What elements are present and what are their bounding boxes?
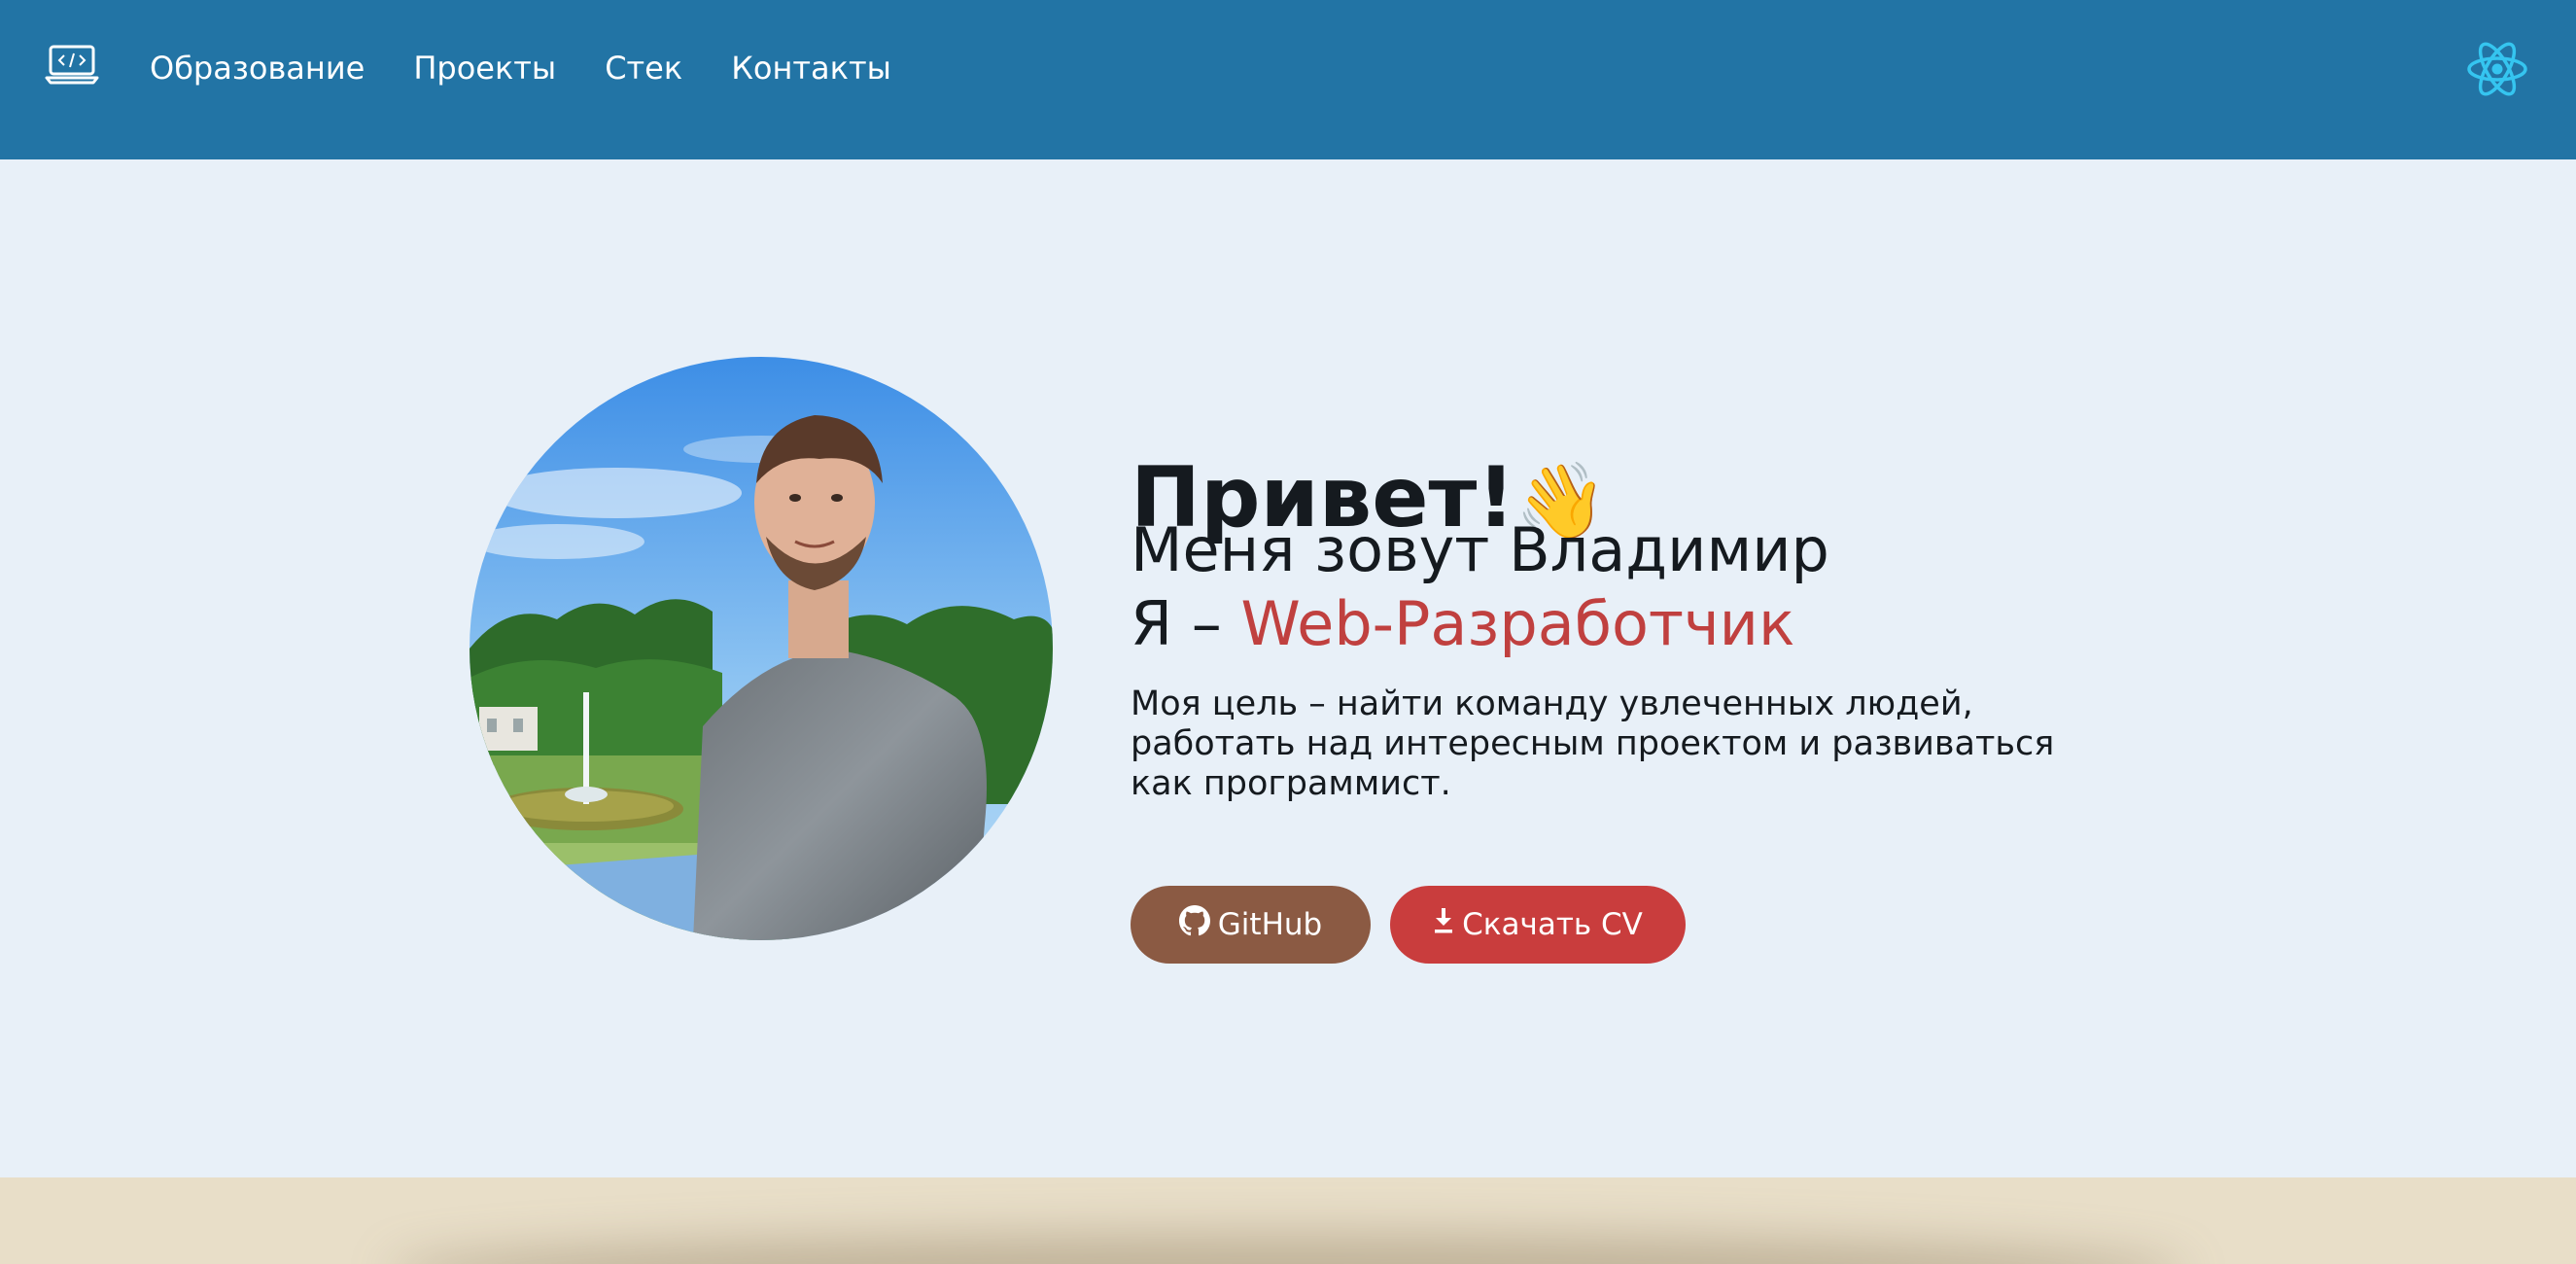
laptop-code-icon[interactable] [45,43,99,86]
github-button[interactable]: GitHub [1131,886,1371,964]
role-line: Я – Web-Разработчик [1131,587,1829,661]
hero-section: Привет!👋 Меня зовут Владимир Я – Web-Раз… [0,159,2576,1177]
main-nav: Образование Проекты Стек Контакты [150,49,891,88]
github-button-label: GitHub [1217,907,1323,942]
goal-text: Моя цель – найти команду увлеченных люде… [1131,685,2055,803]
react-atom-icon[interactable] [2465,37,2529,101]
nav-link-projects[interactable]: Проекты [413,49,556,88]
role-title: Web-Разработчик [1240,588,1795,659]
intro-heading: Меня зовут Владимир Я – Web-Разработчик [1131,513,1829,661]
card-shadow [389,1234,2187,1264]
role-prefix: Я – [1131,588,1241,659]
github-icon [1178,905,1210,944]
profile-photo [470,357,1053,940]
nav-link-stack[interactable]: Стек [605,49,682,88]
name-line: Меня зовут Владимир [1131,514,1829,585]
download-cv-button[interactable]: Скачать CV [1390,886,1686,964]
navbar: Образование Проекты Стек Контакты [0,0,2576,159]
nav-link-contacts[interactable]: Контакты [731,49,891,88]
download-cv-label: Скачать CV [1462,907,1643,942]
nav-link-education[interactable]: Образование [150,49,365,88]
next-section-preview [0,1177,2576,1264]
download-icon [1433,906,1454,943]
